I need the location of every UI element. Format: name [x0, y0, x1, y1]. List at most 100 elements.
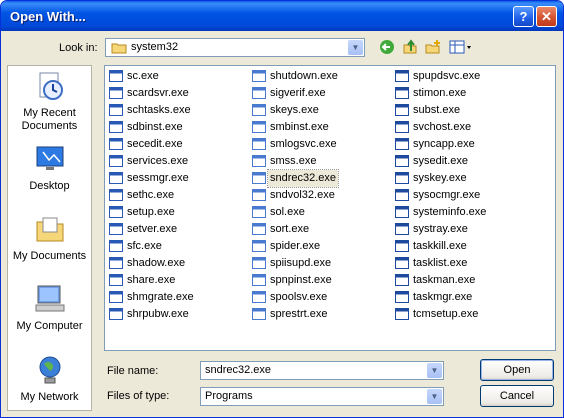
files-of-type-label: Files of type: [107, 390, 170, 402]
place-my-documents[interactable]: My Documents [8, 213, 91, 263]
exe-file-icon [252, 308, 266, 320]
my-network-icon [39, 356, 60, 384]
place-label: My Documents [12, 250, 87, 262]
place-my-computer[interactable]: My Computer [8, 283, 91, 333]
exe-file-icon [395, 274, 409, 286]
file-name: smbinst.exe [270, 121, 329, 133]
titlebar[interactable]: Open With... ? ✕ [1, 1, 563, 31]
place-label: My Network [20, 391, 79, 403]
exe-file-icon [109, 70, 123, 82]
desktop-icon [36, 146, 63, 170]
file-name: skeys.exe [270, 104, 319, 116]
file-name-label: File name: [107, 365, 159, 377]
exe-file-icon [109, 291, 123, 303]
exe-file-icon [252, 189, 266, 201]
exe-file-icon [252, 87, 266, 99]
file-name: scardsvr.exe [127, 87, 189, 99]
exe-file-icon [395, 87, 409, 99]
file-name: systeminfo.exe [413, 206, 487, 218]
new-folder-icon[interactable] [424, 39, 442, 57]
place-my-recent-documents[interactable]: My Recent Documents [8, 70, 91, 133]
file-name: stimon.exe [413, 87, 467, 99]
look-in-combo[interactable]: system32 ▼ [105, 38, 365, 57]
help-button[interactable]: ? [513, 6, 534, 27]
place-desktop[interactable]: Desktop [8, 143, 91, 193]
file-name: sigverif.exe [270, 87, 326, 99]
file-name: sysocmgr.exe [413, 189, 481, 201]
exe-file-icon [109, 240, 123, 252]
files-of-type-select[interactable]: Programs ▼ [200, 387, 444, 406]
file-name: sprestrt.exe [270, 308, 328, 320]
open-with-dialog: Open With... ? ✕ Look in: system32 ▼ My … [0, 0, 564, 418]
file-name: sysedit.exe [413, 155, 469, 167]
file-name: sndrec32.exe [266, 169, 340, 188]
back-arrow-icon[interactable] [378, 39, 396, 57]
exe-file-icon [252, 291, 266, 303]
views-menu-icon[interactable] [448, 39, 474, 57]
file-name: shrpubw.exe [127, 308, 189, 320]
file-name: sndvol32.exe [270, 189, 335, 201]
files-of-type-value: Programs [205, 390, 253, 402]
file-name: shmgrate.exe [127, 291, 194, 303]
exe-file-icon [109, 308, 123, 320]
exe-file-icon [395, 189, 409, 201]
exe-file-icon [252, 138, 266, 150]
file-list[interactable]: sc.exe scardsvr.exe schtasks.exe sdbinst.ex… [104, 65, 556, 351]
exe-file-icon [252, 257, 266, 269]
exe-file-icon [252, 223, 266, 235]
file-name: sdbinst.exe [127, 121, 183, 133]
exe-file-icon [252, 70, 266, 82]
cancel-button[interactable]: Cancel [480, 385, 554, 407]
exe-file-icon [395, 70, 409, 82]
exe-file-icon [252, 104, 266, 116]
exe-file-icon [109, 138, 123, 150]
recent-documents-icon [39, 72, 63, 100]
file-name: spupdsvc.exe [413, 70, 481, 82]
file-name: spiisupd.exe [270, 257, 332, 269]
exe-file-icon [109, 257, 123, 269]
exe-file-icon [109, 104, 123, 116]
file-name: taskkill.exe [413, 240, 467, 252]
exe-file-icon [109, 155, 123, 167]
window-title: Open With... [10, 9, 86, 24]
file-name: taskmgr.exe [413, 291, 473, 303]
file-name: shadow.exe [127, 257, 186, 269]
up-folder-icon[interactable] [401, 39, 419, 57]
file-name: sessmgr.exe [127, 172, 189, 184]
chevron-down-icon[interactable]: ▼ [427, 389, 442, 404]
chevron-down-icon[interactable]: ▼ [427, 363, 442, 378]
place-my-network[interactable]: My Network [8, 354, 91, 404]
exe-file-icon [395, 138, 409, 150]
chevron-down-icon[interactable]: ▼ [348, 40, 363, 55]
open-button[interactable]: Open [480, 359, 554, 381]
file-name: spnpinst.exe [270, 274, 332, 286]
file-name: sc.exe [127, 70, 159, 82]
exe-file-icon [395, 206, 409, 218]
file-name-field[interactable]: sndrec32.exe ▼ [200, 361, 444, 380]
file-name: syncapp.exe [413, 138, 475, 150]
dialog-body: Look in: system32 ▼ My Recent Documents … [4, 31, 560, 414]
close-button[interactable]: ✕ [536, 6, 557, 27]
file-name: spoolsv.exe [270, 291, 328, 303]
my-computer-icon [35, 285, 64, 312]
file-name: share.exe [127, 274, 176, 286]
exe-file-icon [109, 206, 123, 218]
file-name: sfc.exe [127, 240, 162, 252]
exe-file-icon [252, 274, 266, 286]
exe-file-icon [109, 223, 123, 235]
place-label: My Recent Documents [21, 107, 78, 132]
exe-file-icon [109, 87, 123, 99]
file-name: secedit.exe [127, 138, 183, 150]
my-documents-icon [36, 217, 63, 242]
exe-file-icon [395, 291, 409, 303]
folder-icon [111, 43, 127, 54]
look-in-label: Look in: [59, 42, 98, 54]
file-name: tcmsetup.exe [413, 308, 479, 320]
exe-file-icon [395, 155, 409, 167]
exe-file-icon [252, 121, 266, 133]
file-name: shutdown.exe [270, 70, 338, 82]
exe-file-icon [252, 206, 266, 218]
exe-file-icon [109, 121, 123, 133]
exe-file-icon [395, 121, 409, 133]
file-name: services.exe [127, 155, 189, 167]
